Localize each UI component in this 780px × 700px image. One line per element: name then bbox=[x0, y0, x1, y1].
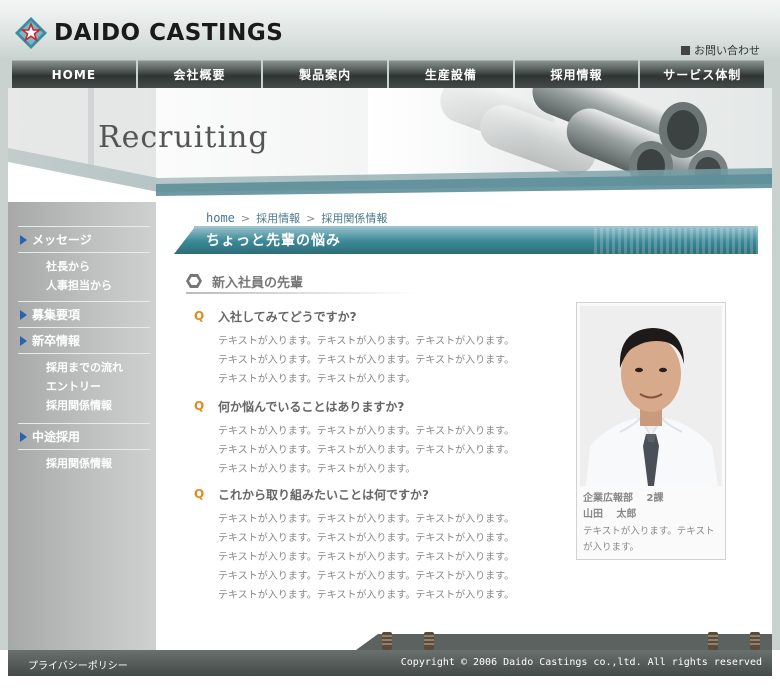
sidebar-subitem-entry[interactable]: エントリー bbox=[18, 377, 150, 396]
contact-label: お問い合わせ bbox=[694, 44, 760, 57]
frame-left bbox=[0, 88, 8, 650]
side-menu: メッセージ 社長から 人事担当から 募集要項 新卒情報 採用までの流れ エントリ… bbox=[18, 226, 150, 479]
answer-line: テキストが入ります。テキストが入ります。テキストが入ります。 bbox=[218, 514, 515, 525]
profile-caption: 企業広報部 2課 山田 太郎 テキストが入ります。テキストが入ります。 bbox=[583, 491, 723, 556]
site-logo[interactable]: DAIDO CASTINGS bbox=[14, 16, 283, 50]
answer-line: テキストが入ります。テキストが入ります。テキストが入ります。 bbox=[218, 533, 515, 544]
hero-banner: Recruiting bbox=[8, 88, 772, 202]
sidebar-item-graduate[interactable]: 新卒情報 bbox=[18, 327, 150, 353]
sidebar-subitem-flow[interactable]: 採用までの流れ bbox=[18, 358, 150, 377]
breadcrumb: home > 採用情報 > 採用関係情報 bbox=[206, 210, 387, 226]
answer-line: テキストが入ります。テキストが入ります。 bbox=[218, 464, 416, 475]
breadcrumb-recruit[interactable]: 採用情報 bbox=[256, 210, 300, 226]
breadcrumb-separator: > bbox=[240, 211, 251, 225]
site-header: DAIDO CASTINGS お問い合わせ bbox=[0, 0, 780, 60]
sidebar-subgroup-midcareer: 採用関係情報 bbox=[18, 449, 150, 479]
sidebar-item-requirements[interactable]: 募集要項 bbox=[18, 301, 150, 327]
sidebar-item-label: 中途採用 bbox=[32, 430, 81, 444]
privacy-policy-link[interactable]: プライバシーポリシー bbox=[28, 657, 128, 672]
breadcrumb-separator: > bbox=[306, 211, 316, 225]
sidebar-subgroup-message: 社長から 人事担当から bbox=[18, 252, 150, 301]
nav-service[interactable]: サービス体制 bbox=[640, 60, 765, 88]
page-bottom-margin bbox=[0, 676, 780, 700]
section-heading: 新入社員の先輩 bbox=[186, 270, 416, 292]
sidebar-item-label: 募集要項 bbox=[32, 308, 81, 322]
copyright-text: Copyright © 2006 Daido Castings co.,ltd.… bbox=[400, 657, 762, 668]
answer-line: テキストが入ります。テキストが入ります。テキストが入ります。 bbox=[218, 355, 515, 366]
site-footer: プライバシーポリシー Copyright © 2006 Daido Castin… bbox=[8, 650, 772, 676]
contact-link[interactable]: お問い合わせ bbox=[681, 42, 760, 58]
qa-item: Q 何か悩んでいることはありますか? テキストが入ります。テキストが入ります。テ… bbox=[194, 396, 534, 479]
question-text: 入社してみてどうですか? bbox=[218, 309, 357, 324]
nav-products[interactable]: 製品案内 bbox=[263, 60, 388, 88]
triangle-right-icon bbox=[20, 431, 27, 442]
sidebar-subitem-president[interactable]: 社長から bbox=[18, 257, 150, 276]
global-nav: HOME 会社概要 製品案内 生産設備 採用情報 サービス体制 bbox=[0, 60, 780, 88]
answer-text: テキストが入ります。テキストが入ります。テキストが入ります。 テキストが入ります… bbox=[218, 332, 534, 389]
triangle-right-icon bbox=[20, 234, 27, 245]
qa-item: Q 入社してみてどうですか? テキストが入ります。テキストが入ります。テキストが… bbox=[194, 306, 534, 389]
star-emblem-icon bbox=[15, 17, 47, 49]
sidebar-item-label: メッセージ bbox=[32, 233, 92, 247]
page-title-banner: ちょっと先輩の悩み bbox=[174, 226, 758, 254]
answer-text: テキストが入ります。テキストが入ります。テキストが入ります。 テキストが入ります… bbox=[218, 510, 534, 605]
hero-title: Recruiting bbox=[98, 120, 269, 155]
nav-company[interactable]: 会社概要 bbox=[137, 60, 262, 88]
page-title: ちょっと先輩の悩み bbox=[206, 233, 341, 249]
answer-line: テキストが入ります。テキストが入ります。テキストが入ります。 bbox=[218, 445, 515, 456]
sidebar-subitem-midcareer-related[interactable]: 採用関係情報 bbox=[18, 454, 150, 473]
sidebar-item-message[interactable]: メッセージ bbox=[18, 226, 150, 252]
nav-home[interactable]: HOME bbox=[12, 60, 136, 88]
employee-note: テキストが入ります。テキストが入ります。 bbox=[583, 526, 715, 553]
question-mark: Q bbox=[194, 309, 205, 323]
answer-line: テキストが入ります。テキストが入ります。テキストが入ります。 bbox=[218, 426, 515, 437]
employee-name: 山田 太郎 bbox=[583, 509, 637, 520]
triangle-right-icon bbox=[20, 309, 27, 320]
answer-line: テキストが入ります。テキストが入ります。 bbox=[218, 374, 416, 385]
sidebar-subgroup-graduate: 採用までの流れ エントリー 採用関係情報 bbox=[18, 353, 150, 421]
breadcrumb-home[interactable]: home bbox=[206, 211, 235, 225]
sidebar-item-midcareer[interactable]: 中途採用 bbox=[18, 423, 150, 449]
square-bullet-icon bbox=[681, 45, 690, 55]
question-mark: Q bbox=[194, 399, 205, 413]
employee-profile-card: 企業広報部 2課 山田 太郎 テキストが入ります。テキストが入ります。 bbox=[576, 302, 726, 560]
sidebar-item-label: 新卒情報 bbox=[32, 334, 81, 348]
qa-item: Q これから取り組みたいことは何ですか? テキストが入ります。テキストが入ります… bbox=[194, 484, 534, 605]
employee-photo bbox=[580, 306, 722, 486]
main-content: home > 採用情報 > 採用関係情報 ちょっと先輩の悩み 新入社員の先輩 Q… bbox=[156, 202, 772, 632]
triangle-right-icon bbox=[20, 335, 27, 346]
answer-text: テキストが入ります。テキストが入ります。テキストが入ります。 テキストが入ります… bbox=[218, 422, 534, 479]
question-text: 何か悩んでいることはありますか? bbox=[218, 399, 405, 414]
nav-recruit[interactable]: 採用情報 bbox=[514, 60, 639, 88]
hexagon-icon bbox=[186, 274, 202, 288]
sidebar-subitem-hr[interactable]: 人事担当から bbox=[18, 276, 150, 295]
logo-text: DAIDO CASTINGS bbox=[54, 20, 284, 46]
bottom-decoration bbox=[156, 632, 772, 650]
answer-line: テキストが入ります。テキストが入ります。テキストが入ります。 bbox=[218, 336, 515, 347]
breadcrumb-current: 採用関係情報 bbox=[321, 212, 388, 225]
section-divider bbox=[186, 292, 416, 294]
sidebar: メッセージ 社長から 人事担当から 募集要項 新卒情報 採用までの流れ エントリ… bbox=[8, 202, 156, 650]
question-mark: Q bbox=[194, 487, 205, 501]
answer-line: テキストが入ります。テキストが入ります。テキストが入ります。 bbox=[218, 571, 515, 582]
frame-right bbox=[772, 88, 780, 650]
answer-line: テキストが入ります。テキストが入ります。テキストが入ります。 bbox=[218, 590, 515, 601]
employee-department: 企業広報部 2課 bbox=[583, 493, 664, 504]
nav-facilities[interactable]: 生産設備 bbox=[389, 60, 513, 88]
answer-line: テキストが入ります。テキストが入ります。テキストが入ります。 bbox=[218, 552, 515, 563]
section-title: 新入社員の先輩 bbox=[212, 275, 304, 291]
sidebar-subitem-related[interactable]: 採用関係情報 bbox=[18, 396, 150, 415]
question-text: これから取り組みたいことは何ですか? bbox=[218, 487, 429, 502]
